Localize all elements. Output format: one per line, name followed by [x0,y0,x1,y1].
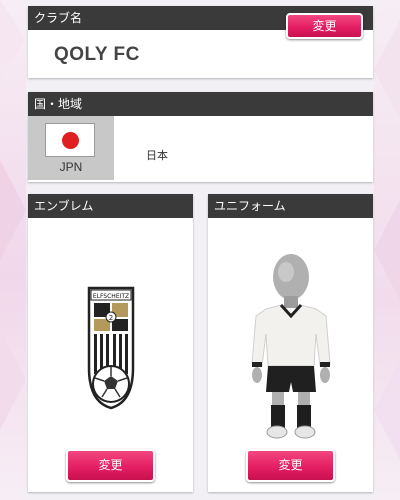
uniform-body: 変更 [208,218,373,492]
country-name: 日本 [146,149,168,162]
country-header: 国・地域 [28,92,373,116]
flag-circle [62,132,79,149]
uniform-header: ユニフォーム [208,194,373,218]
japan-flag-icon [45,123,95,157]
club-name-value: QOLY FC [54,44,140,65]
country-panel: 国・地域 JPN 日本 [28,92,373,182]
club-name-change-label: 変更 [312,19,337,33]
club-emblem-icon: ELFSCHEITZ 2 [87,286,135,410]
uniform-panel: ユニフォーム 変更 [208,194,373,492]
emblem-body: ELFSCHEITZ 2 変更 [28,218,193,492]
country-code: JPN [59,160,83,174]
emblem-header: エンブレム [28,194,193,218]
emblem-change-label: 変更 [98,458,123,472]
club-name-panel: クラブ名 QOLY FC 変更 [28,6,373,78]
svg-text:ELFSCHEITZ: ELFSCHEITZ [93,293,129,300]
uniform-change-label: 変更 [278,458,303,472]
svg-text:2: 2 [109,314,113,322]
emblem-panel: エンブレム ELFSCHEITZ 2 変更 [28,194,193,492]
emblem-change-button[interactable]: 変更 [66,449,155,482]
club-name-change-button[interactable]: 変更 [286,13,363,39]
player-uniform-avatar [251,254,331,439]
uniform-change-button[interactable]: 変更 [246,449,335,482]
country-flag-box[interactable]: JPN [28,116,114,180]
